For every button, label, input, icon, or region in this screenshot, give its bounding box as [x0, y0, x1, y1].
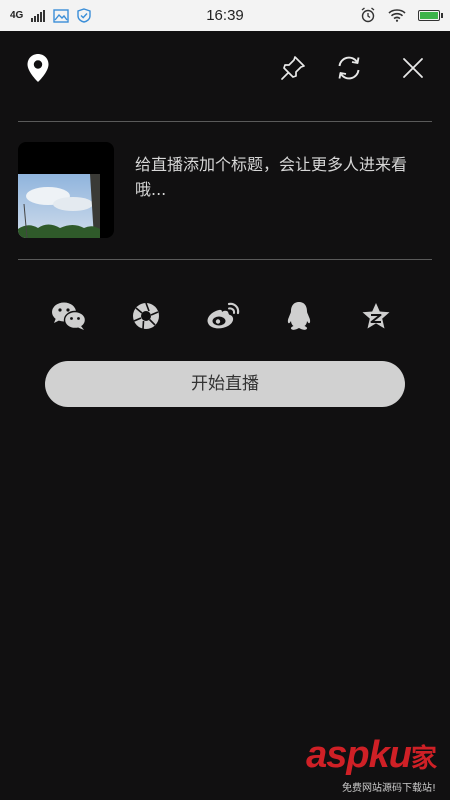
location-button[interactable] [22, 52, 54, 84]
aperture-icon [132, 302, 159, 330]
share-weibo-button[interactable] [204, 298, 242, 334]
cover-photo [18, 174, 100, 238]
status-right [360, 7, 443, 23]
thumbtack-icon [281, 56, 305, 80]
watermark-brand: aspku [306, 734, 412, 776]
wechat-icon [52, 302, 87, 330]
watermark-cn: 家 [410, 743, 437, 773]
status-bar: 4G 16:39 [0, 0, 450, 31]
qzone-star-icon [362, 303, 390, 329]
watermark-logo: aspku家 [306, 734, 437, 777]
divider-middle [18, 259, 432, 260]
share-qq-button[interactable] [280, 298, 318, 334]
switch-camera-button[interactable] [333, 52, 365, 84]
refresh-icon [338, 56, 360, 80]
divider-top [18, 121, 432, 122]
title-input[interactable]: 给直播添加个标题，会让更多人进来看哦... [135, 152, 435, 202]
start-live-button[interactable]: 开始直播 [45, 361, 405, 407]
pin-button[interactable] [277, 52, 309, 84]
close-icon [403, 58, 423, 78]
wifi-icon [388, 9, 406, 22]
share-qzone-button[interactable] [357, 298, 395, 334]
cover-image-button[interactable] [18, 142, 114, 238]
battery-icon [418, 9, 443, 21]
weibo-icon [207, 302, 239, 329]
share-wechat-button[interactable] [50, 298, 88, 334]
alarm-icon [361, 7, 375, 23]
watermark: aspku家 免费网站源码下载站! [282, 734, 442, 794]
watermark-tagline: 免费网站源码下载站! [341, 783, 436, 794]
share-row [50, 298, 395, 334]
location-pin-icon [27, 54, 49, 82]
battery-fill [420, 11, 438, 19]
qq-icon [288, 302, 311, 330]
share-moments-button[interactable] [127, 298, 165, 334]
close-button[interactable] [397, 52, 429, 84]
